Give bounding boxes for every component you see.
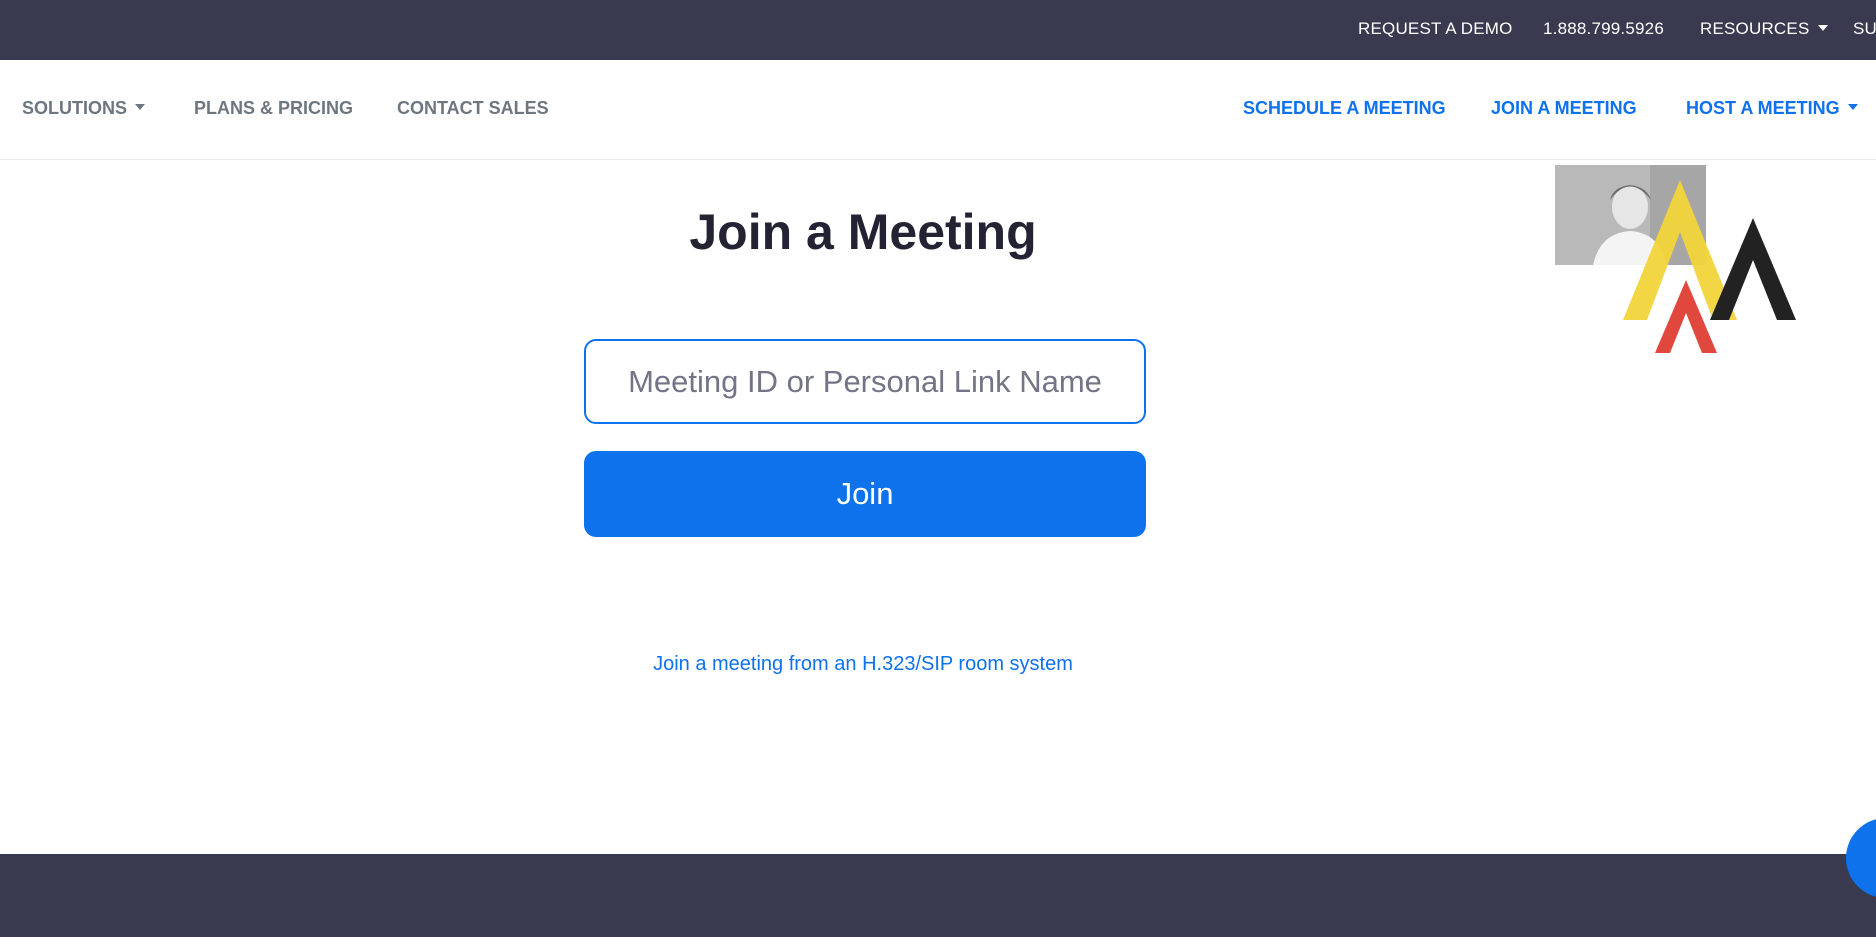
meeting-id-input[interactable] (584, 339, 1146, 424)
chevron-down-icon (135, 104, 146, 111)
sip-room-system-link[interactable]: Join a meeting from an H.323/SIP room sy… (0, 653, 1726, 676)
resources-menu[interactable]: RESOURCES (1700, 19, 1828, 39)
plans-pricing-link[interactable]: PLANS & PRICING (194, 98, 353, 119)
host-meeting-label: HOST A MEETING (1686, 98, 1840, 118)
schedule-meeting-link[interactable]: SCHEDULE A MEETING (1243, 98, 1446, 119)
contact-sales-link[interactable]: CONTACT SALES (397, 98, 549, 119)
page-title: Join a Meeting (689, 204, 1037, 260)
stacked-a-logo (1623, 180, 1796, 353)
main-navigation: SOLUTIONS PLANS & PRICING CONTACT SALES … (0, 60, 1876, 160)
request-demo-link[interactable]: REQUEST A DEMO (1358, 19, 1513, 39)
phone-number-link[interactable]: 1.888.799.5926 (1543, 19, 1664, 39)
solutions-label: SOLUTIONS (22, 98, 128, 118)
resources-label: RESOURCES (1700, 19, 1810, 38)
host-meeting-menu[interactable]: HOST A MEETING (1686, 98, 1858, 119)
join-button[interactable]: Join (584, 451, 1146, 537)
chevron-down-icon (1817, 24, 1828, 31)
join-meeting-link[interactable]: JOIN A MEETING (1491, 98, 1637, 119)
top-utility-bar: REQUEST A DEMO 1.888.799.5926 RESOURCES … (0, 0, 1876, 60)
chevron-down-icon (1847, 104, 1858, 111)
page-footer (0, 854, 1876, 937)
support-link[interactable]: SU (1853, 19, 1876, 39)
solutions-menu[interactable]: SOLUTIONS (22, 98, 146, 119)
